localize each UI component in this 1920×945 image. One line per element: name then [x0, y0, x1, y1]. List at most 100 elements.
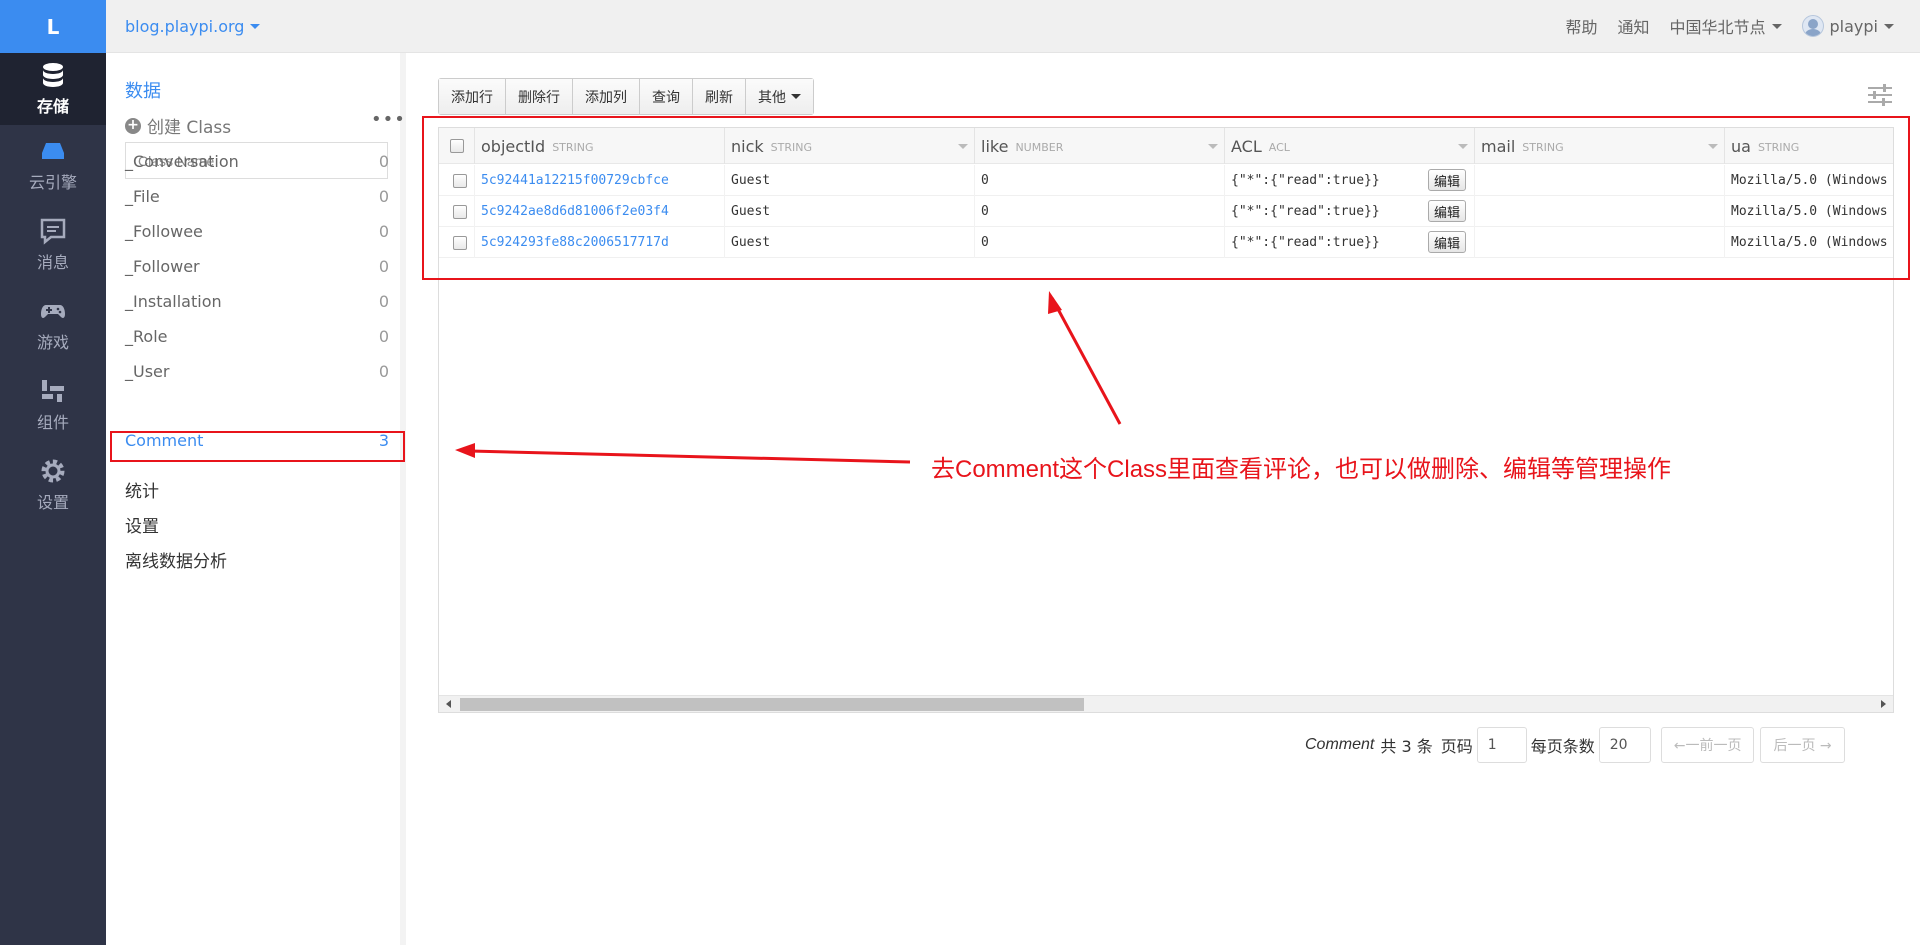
acl-cell[interactable]: {"*":{"read":true}} 编辑: [1225, 165, 1475, 196]
chevron-down-icon: [791, 94, 801, 99]
nick-cell[interactable]: Guest: [725, 227, 975, 258]
like-cell[interactable]: 0: [975, 227, 1225, 258]
column-header-like[interactable]: like NUMBER: [975, 128, 1225, 164]
column-name: nick: [731, 136, 764, 156]
nav-item-engine[interactable]: 云引擎: [0, 125, 106, 205]
nav-label: 组件: [36, 413, 69, 432]
sidebar-link-offline-analysis[interactable]: 离线数据分析: [125, 547, 227, 572]
column-menu-icon[interactable]: [1458, 144, 1468, 149]
ua-cell[interactable]: Mozilla/5.0 (Windows: [1725, 196, 1893, 227]
column-menu-icon[interactable]: [1208, 144, 1218, 149]
app-logo[interactable]: L: [0, 0, 106, 53]
objectid-cell[interactable]: 5c92441a12215f00729cbfce: [475, 165, 725, 196]
user-menu[interactable]: playpi: [1801, 15, 1894, 37]
column-name: mail: [1481, 136, 1516, 156]
class-name: _Follower: [125, 257, 200, 276]
column-settings-icon[interactable]: [1868, 84, 1892, 106]
sidebar-link-stats[interactable]: 统计: [125, 477, 159, 502]
select-all-checkbox[interactable]: [449, 139, 464, 153]
class-item-follower[interactable]: _Follower 0: [125, 257, 389, 283]
prev-page-button[interactable]: ←一前一页: [1660, 727, 1755, 763]
per-page-input[interactable]: 20: [1598, 727, 1651, 763]
class-item-file[interactable]: _File 0: [125, 187, 389, 213]
acl-value: {"*":{"read":true}}: [1231, 173, 1380, 188]
sidebar-link-settings[interactable]: 设置: [125, 512, 159, 537]
nav-item-storage[interactable]: 存储: [0, 53, 106, 125]
scroll-left-icon[interactable]: [446, 700, 451, 708]
nick-cell[interactable]: Guest: [725, 165, 975, 196]
help-link[interactable]: 帮助: [1565, 14, 1597, 38]
notify-link[interactable]: 通知: [1617, 14, 1649, 38]
acl-value: {"*":{"read":true}}: [1231, 204, 1380, 219]
nick-cell[interactable]: Guest: [725, 196, 975, 227]
objectid-cell[interactable]: 5c924293fe88c2006517717d: [475, 227, 725, 258]
column-menu-icon[interactable]: [958, 144, 968, 149]
mail-cell[interactable]: [1475, 165, 1725, 196]
class-name: _Followee: [125, 222, 203, 241]
column-header-mail[interactable]: mail STRING: [1475, 128, 1725, 164]
class-item-followee[interactable]: _Followee 0: [125, 222, 389, 248]
class-item-comment[interactable]: Comment 3: [125, 431, 389, 457]
acl-cell[interactable]: {"*":{"read":true}} 编辑: [1225, 196, 1475, 227]
delete-row-button[interactable]: 删除行: [506, 79, 573, 114]
create-class-button[interactable]: + 创建 Class: [125, 113, 231, 138]
nav-item-settings[interactable]: 设置: [0, 445, 106, 525]
class-count: 0: [378, 187, 389, 206]
nav-item-game[interactable]: 游戏: [0, 285, 106, 365]
scroll-right-icon[interactable]: [1881, 700, 1886, 708]
edit-acl-button[interactable]: 编辑: [1427, 200, 1466, 222]
edit-acl-button[interactable]: 编辑: [1427, 169, 1466, 191]
column-header-nick[interactable]: nick STRING: [725, 128, 975, 164]
create-class-label: 创建 Class: [147, 118, 232, 138]
scrollbar-thumb[interactable]: [460, 698, 1084, 711]
data-toolbar: 添加行 删除行 添加列 查询 刷新 其他: [438, 78, 814, 115]
row-checkbox[interactable]: [452, 235, 467, 250]
query-button[interactable]: 查询: [640, 79, 693, 114]
like-cell[interactable]: 0: [975, 196, 1225, 227]
class-name: _Conversation: [125, 152, 239, 171]
mail-cell[interactable]: [1475, 227, 1725, 258]
ua-cell[interactable]: Mozilla/5.0 (Windows: [1725, 227, 1893, 258]
other-dropdown-button[interactable]: 其他: [746, 79, 813, 114]
acl-cell[interactable]: {"*":{"read":true}} 编辑: [1225, 227, 1475, 258]
nav-item-message[interactable]: 消息: [0, 205, 106, 285]
table-row: 5c92441a12215f00729cbfce Guest 0 {"*":{"…: [439, 165, 1893, 196]
class-item-installation[interactable]: _Installation 0: [125, 292, 389, 318]
add-row-button[interactable]: 添加行: [439, 79, 506, 114]
mail-cell[interactable]: [1475, 196, 1725, 227]
refresh-button[interactable]: 刷新: [693, 79, 746, 114]
column-type: STRING: [770, 141, 812, 154]
ua-cell[interactable]: Mozilla/5.0 (Windows: [1725, 165, 1893, 196]
nav-label: 游戏: [36, 333, 69, 352]
total-count: 共 3 条: [1380, 737, 1433, 756]
like-cell[interactable]: 0: [975, 165, 1225, 196]
class-item-conversation[interactable]: _Conversation 0: [125, 152, 389, 178]
column-name: ua: [1731, 136, 1751, 156]
database-icon: [43, 63, 63, 87]
row-checkbox[interactable]: [452, 204, 467, 219]
left-nav: L 存储 云引擎 消息 游戏 组件 设置: [0, 0, 106, 945]
class-item-user[interactable]: _User 0: [125, 362, 389, 388]
column-header-ua[interactable]: ua STRING: [1725, 128, 1893, 164]
next-page-button[interactable]: 后一页 →: [1760, 727, 1845, 763]
region-selector[interactable]: 中国华北节点: [1670, 14, 1782, 38]
edit-acl-button[interactable]: 编辑: [1427, 231, 1466, 253]
page-number-input[interactable]: 1: [1476, 727, 1527, 763]
column-header-acl[interactable]: ACL ACL: [1225, 128, 1475, 164]
add-column-button[interactable]: 添加列: [573, 79, 640, 114]
column-header-objectid[interactable]: objectId STRING: [475, 128, 725, 164]
column-type: NUMBER: [1015, 141, 1064, 154]
nav-item-components[interactable]: 组件: [0, 365, 106, 445]
components-icon: [42, 380, 64, 402]
row-checkbox[interactable]: [452, 173, 467, 188]
site-selector[interactable]: blog.playpi.org: [125, 17, 261, 36]
horizontal-scrollbar[interactable]: [439, 695, 1893, 712]
column-type: STRING: [1757, 141, 1800, 154]
nav-label: 云引擎: [28, 173, 77, 192]
class-item-role[interactable]: _Role 0: [125, 327, 389, 353]
objectid-cell[interactable]: 5c9242ae8d6d81006f2e03f4: [475, 196, 725, 227]
class-name: _Role: [125, 327, 168, 346]
more-options-icon[interactable]: •••: [371, 109, 406, 130]
sidebar-title[interactable]: 数据: [125, 77, 161, 103]
column-menu-icon[interactable]: [1708, 144, 1718, 149]
